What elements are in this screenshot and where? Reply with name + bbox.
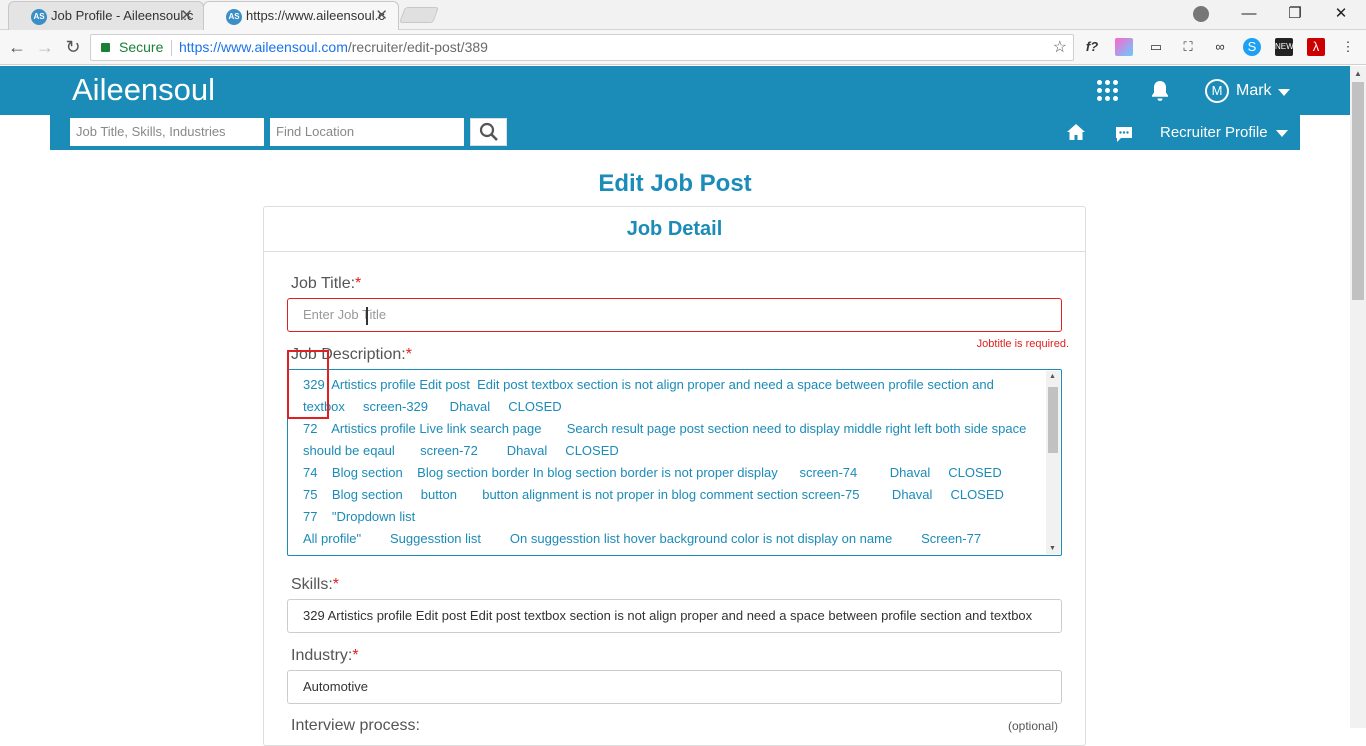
industry-label: Industry:* (291, 647, 359, 664)
text-cursor (366, 307, 368, 325)
new-tab-button[interactable] (399, 7, 439, 23)
browser-tab-strip: AS Job Profile - Aileensoul.c ✕ AS https… (0, 0, 1366, 31)
browser-tab[interactable]: AS Job Profile - Aileensoul.c ✕ (8, 1, 204, 31)
close-tab-icon[interactable]: ✕ (375, 2, 388, 30)
skills-label: Skills:* (291, 576, 340, 593)
forward-icon[interactable]: → (34, 36, 56, 58)
browser-tab-active[interactable]: AS https://www.aileensoul.c ✕ (203, 1, 399, 31)
secure-label: Secure (119, 39, 164, 55)
scrollbar-thumb[interactable] (1048, 387, 1058, 453)
tab-title: https://www.aileensoul.c (246, 8, 385, 23)
card-title: Job Detail (264, 207, 1085, 252)
scroll-down-icon[interactable]: ▼ (1049, 545, 1056, 552)
description-line: 329 Artistics profile Edit post Edit pos… (303, 377, 994, 392)
url-text: https://www.aileensoul.com/recruiter/edi… (179, 39, 488, 55)
skype-icon[interactable]: S (1243, 38, 1261, 56)
recruiter-profile-menu[interactable]: Recruiter Profile (1160, 124, 1268, 141)
job-description-textarea[interactable]: 329 Artistics profile Edit post Edit pos… (287, 369, 1062, 556)
description-line: 72 Artistics profile Live link search pa… (303, 421, 1027, 436)
job-title-search-input[interactable]: Job Title, Skills, Industries (70, 118, 264, 146)
color-extension-icon[interactable] (1115, 38, 1133, 56)
page-scrollbar-thumb[interactable] (1352, 82, 1364, 300)
description-line: 75 Blog section button button alignment … (303, 487, 1004, 502)
tab-title: Job Profile - Aileensoul.c (51, 8, 194, 23)
scroll-up-icon[interactable]: ▲ (1049, 373, 1056, 380)
skills-input[interactable]: 329 Artistics profile Edit post Edit pos… (287, 599, 1062, 633)
search-icon (479, 122, 498, 141)
description-line: All profile" Suggesstion list On suggess… (303, 531, 982, 546)
incognito-extension-icon[interactable]: ∞ (1211, 38, 1229, 56)
page-scrollbar[interactable]: ▲ (1350, 66, 1366, 728)
job-description-text: 329 Artistics profile Edit post Edit pos… (303, 374, 1043, 550)
back-icon[interactable]: ← (6, 36, 28, 58)
description-line: 74 Blog section Blog section border In b… (303, 465, 1002, 480)
industry-select[interactable]: Automotive (287, 670, 1062, 704)
description-line: textbox screen-329 Dhaval CLOSED (303, 399, 562, 414)
restore-icon[interactable]: ❐ (1272, 0, 1318, 30)
message-icon[interactable] (1114, 125, 1134, 143)
favicon-icon: AS (31, 9, 47, 25)
chrome-menu-icon[interactable]: ⋮ (1339, 38, 1357, 56)
formula-extension-icon[interactable]: f? (1083, 38, 1101, 56)
cast-icon[interactable]: ▭ (1147, 38, 1165, 56)
textarea-scrollbar[interactable]: ▲ ▼ (1046, 371, 1060, 554)
page-scroll-up-icon[interactable]: ▲ (1354, 69, 1362, 78)
job-title-input[interactable]: Enter Job Title (287, 298, 1062, 332)
close-window-icon[interactable]: ✕ (1318, 0, 1364, 30)
screenshot-icon[interactable]: ⛶ (1179, 38, 1197, 56)
divider (171, 40, 172, 56)
apps-grid-icon[interactable] (1097, 80, 1119, 102)
minimize-icon[interactable]: — (1226, 0, 1272, 30)
site-logo[interactable]: Aileensoul (72, 72, 215, 108)
home-icon[interactable] (1066, 123, 1086, 141)
close-tab-icon[interactable]: ✕ (180, 2, 193, 30)
reload-icon[interactable]: ↻ (62, 36, 84, 58)
description-line: 77 "Dropdown list (303, 509, 416, 524)
search-bar: Job Title, Skills, Industries Find Locat… (50, 115, 1300, 150)
optional-tag: (optional) (1007, 719, 1058, 733)
site-header: Aileensoul M Mark (0, 66, 1350, 115)
annotation-highlight-box (287, 350, 329, 419)
location-search-input[interactable]: Find Location (270, 118, 464, 146)
interview-process-label: Interview process: (291, 717, 420, 734)
user-avatar[interactable]: M (1205, 79, 1229, 103)
user-menu-caret-icon[interactable] (1278, 89, 1290, 96)
notification-bell-icon[interactable] (1148, 79, 1172, 103)
recruiter-menu-caret-icon[interactable] (1276, 130, 1288, 137)
job-detail-card: Job Detail Job Title:* Enter Job Title J… (263, 206, 1086, 746)
pdf-extension-icon[interactable]: λ (1307, 38, 1325, 56)
favicon-icon: AS (226, 9, 242, 25)
job-title-error: Jobtitle is required. (976, 338, 1069, 350)
job-title-label: Job Title:* (291, 275, 362, 292)
news-extension-icon[interactable]: NEW (1275, 38, 1294, 56)
browser-profile-icon[interactable] (1193, 6, 1209, 22)
description-line: should be eqaul screen-72 Dhaval CLOSED (303, 443, 619, 458)
search-button[interactable] (470, 118, 507, 146)
page-title: Edit Job Post (598, 170, 752, 197)
address-bar[interactable]: Secure https://www.aileensoul.com/recrui… (90, 34, 1074, 61)
lock-icon (101, 43, 110, 52)
bookmark-star-icon[interactable]: ☆ (1053, 35, 1067, 60)
user-name[interactable]: Mark (1236, 82, 1272, 100)
browser-toolbar: ← → ↻ Secure https://www.aileensoul.com/… (0, 30, 1366, 65)
